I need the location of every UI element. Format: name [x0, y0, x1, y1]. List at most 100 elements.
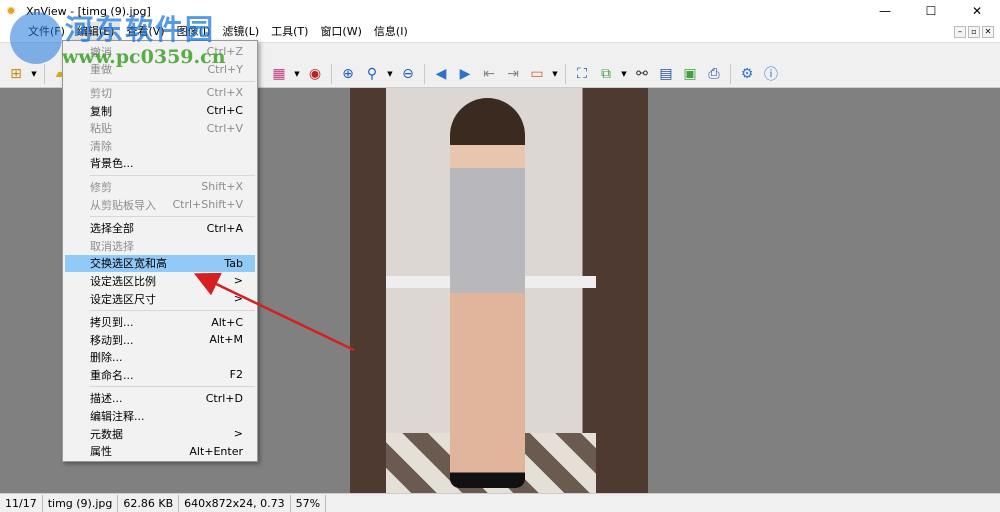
menu-item[interactable]: 元数据 > — [63, 425, 257, 443]
status-filename: timg (9).jpg — [43, 494, 119, 512]
menu-view[interactable]: 查看(V) — [120, 22, 170, 42]
menu-item[interactable]: 拷贝到... Alt+C — [63, 313, 257, 331]
menu-item[interactable]: 交换选区宽和高 Tab — [65, 254, 255, 273]
chevron-down-icon[interactable]: ▼ — [30, 64, 38, 84]
menu-item-shortcut: F2 — [229, 368, 243, 382]
menu-window[interactable]: 窗口(W) — [314, 22, 367, 42]
menu-item-label: 编辑注释... — [90, 410, 145, 424]
menu-item[interactable]: 清除 — [63, 137, 257, 155]
menu-filter[interactable]: 滤镜(L) — [216, 22, 265, 42]
menu-item-label: 删除... — [90, 351, 123, 365]
menu-item-label: 剪切 — [90, 86, 112, 100]
chevron-down-icon[interactable]: ▼ — [551, 64, 559, 84]
status-index: 11/17 — [0, 494, 43, 512]
chevron-down-icon[interactable]: ▼ — [620, 64, 628, 84]
close-button[interactable]: ✕ — [954, 0, 1000, 22]
zoom-out-icon[interactable]: ⊖ — [398, 64, 418, 84]
submenu-chevron-icon: > — [233, 274, 243, 288]
last-icon[interactable]: ⇥ — [503, 64, 523, 84]
menu-item[interactable]: 复制 Ctrl+C — [63, 102, 257, 120]
slideshow-icon[interactable]: ▭ — [527, 64, 547, 84]
menu-item[interactable]: 重命名... F2 — [63, 366, 257, 384]
convert-icon[interactable]: ⧉ — [596, 64, 616, 84]
prev-icon[interactable]: ◀ — [431, 64, 451, 84]
minimize-button[interactable]: — — [862, 0, 908, 22]
menu-item[interactable]: 从剪贴板导入 Ctrl+Shift+V — [63, 196, 257, 214]
first-icon[interactable]: ⇤ — [479, 64, 499, 84]
menu-item[interactable]: 重做 Ctrl+Y — [63, 61, 257, 79]
menu-item[interactable]: 属性 Alt+Enter — [63, 442, 257, 460]
print-icon[interactable]: ⎙ — [704, 64, 724, 84]
status-image-info: 640x872x24, 0.73 — [179, 494, 291, 512]
menu-item-shortcut: Ctrl+Z — [206, 45, 243, 59]
menu-item-shortcut: Alt+M — [209, 333, 243, 347]
menu-item-label: 粘贴 — [90, 122, 112, 136]
settings-icon[interactable]: ⚙ — [737, 64, 757, 84]
fullscreen-icon[interactable]: ⛶ — [572, 64, 592, 84]
menu-item-shortcut: Ctrl+A — [206, 221, 243, 235]
title-bar: ✹ XnView - [timg (9).jpg] — ☐ ✕ — [0, 0, 1000, 22]
menu-item-label: 背景色... — [90, 157, 134, 171]
window-title: XnView - [timg (9).jpg] — [26, 4, 151, 18]
menu-tools[interactable]: 工具(T) — [265, 22, 314, 42]
menu-item-label: 取消选择 — [90, 239, 134, 253]
menu-item-shortcut: Ctrl+C — [206, 104, 243, 118]
menu-file[interactable]: 文件(F) — [22, 22, 71, 42]
chevron-down-icon[interactable]: ▼ — [293, 64, 301, 84]
menu-item[interactable]: 撤消 Ctrl+Z — [63, 43, 257, 61]
menu-item-label: 从剪贴板导入 — [90, 198, 156, 212]
submenu-chevron-icon: > — [233, 427, 243, 441]
next-icon[interactable]: ▶ — [455, 64, 475, 84]
menu-item[interactable]: 选择全部 Ctrl+A — [63, 219, 257, 237]
zoom-in-icon[interactable]: ⊕ — [338, 64, 358, 84]
submenu-chevron-icon: > — [233, 292, 243, 306]
menu-item[interactable]: 粘贴 Ctrl+V — [63, 119, 257, 137]
mdi-close-button[interactable]: ✕ — [982, 26, 994, 38]
capture-icon[interactable]: ▣ — [680, 64, 700, 84]
mdi-minimize-button[interactable]: – — [954, 26, 966, 38]
menu-item-label: 选择全部 — [90, 222, 134, 236]
menu-edit[interactable]: 编辑(E) — [70, 22, 121, 42]
menu-item[interactable]: 设定选区尺寸 > — [63, 290, 257, 308]
menu-item[interactable]: 剪切 Ctrl+X — [63, 84, 257, 102]
chevron-down-icon[interactable]: ▼ — [386, 64, 394, 84]
xnview-logo-icon: ✹ — [6, 4, 17, 18]
menu-item-label: 清除 — [90, 139, 112, 153]
edit-menu-dropdown: 撤消 Ctrl+Z 重做 Ctrl+Y 剪切 Ctrl+X 复制 Ctrl+C 粘贴 Ctrl+V… — [62, 40, 258, 462]
menu-item-shortcut: Ctrl+V — [206, 121, 243, 135]
color-palette-icon[interactable]: ▦ — [269, 64, 289, 84]
menu-item[interactable]: 编辑注释... — [63, 407, 257, 425]
menu-item-label: 设定选区比例 — [90, 274, 156, 288]
menu-item-label: 元数据 — [90, 427, 123, 441]
menu-item-label: 设定选区尺寸 — [90, 292, 156, 306]
find-icon[interactable]: ⚯ — [632, 64, 652, 84]
menu-item-label: 属性 — [90, 445, 112, 459]
menu-item-shortcut: Ctrl+X — [206, 86, 243, 100]
menu-item-label: 撤消 — [90, 45, 112, 59]
menu-separator — [90, 80, 255, 82]
menu-item[interactable]: 取消选择 — [63, 237, 257, 255]
status-filesize: 62.86 KB — [118, 494, 180, 512]
menu-separator — [90, 309, 255, 311]
photo-image — [350, 88, 648, 493]
menu-image[interactable]: 图像(I) — [171, 22, 217, 42]
menu-item[interactable]: 删除... — [63, 349, 257, 367]
menu-info[interactable]: 信息(I) — [368, 22, 414, 42]
browser-icon[interactable]: ⊞ — [6, 64, 26, 84]
zoom-fit-icon[interactable]: ⚲ — [362, 64, 382, 84]
red-eye-icon[interactable]: ◉ — [305, 64, 325, 84]
menu-separator — [90, 215, 255, 217]
menu-item[interactable]: 描述... Ctrl+D — [63, 390, 257, 408]
info-icon[interactable]: ⓘ — [761, 64, 781, 84]
menu-item[interactable]: 修剪 Shift+X — [63, 178, 257, 196]
menu-item-shortcut: Ctrl+D — [205, 391, 243, 405]
menu-item[interactable]: 背景色... — [63, 155, 257, 173]
menu-item[interactable]: 移动到... Alt+M — [63, 331, 257, 349]
menu-item-label: 移动到... — [90, 333, 134, 347]
menu-item[interactable]: 设定选区比例 > — [63, 272, 257, 290]
menu-item-shortcut: Tab — [224, 256, 243, 270]
mdi-restore-button[interactable]: ▫ — [968, 26, 980, 38]
scan-icon[interactable]: ▤ — [656, 64, 676, 84]
maximize-button[interactable]: ☐ — [908, 0, 954, 22]
menu-bar: 文件(F) 编辑(E) 查看(V) 图像(I) 滤镜(L) 工具(T) 窗口(W… — [0, 22, 1000, 42]
